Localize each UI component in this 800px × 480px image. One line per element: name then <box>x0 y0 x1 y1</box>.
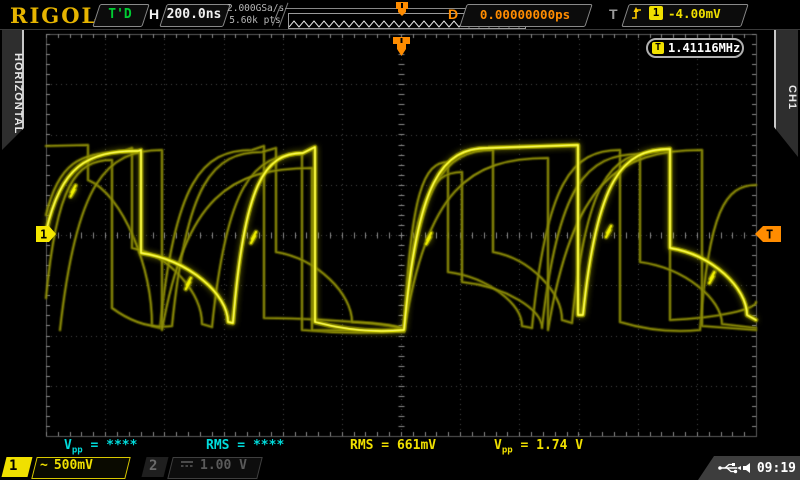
delay-value[interactable]: 0.00000000ps <box>463 5 587 25</box>
status-panel: 09:19 <box>698 456 800 480</box>
trigger-label: T <box>609 6 618 22</box>
measurement-vpp-ch2: Vpp = **** <box>64 438 138 456</box>
measurement-rms-ch2: RMS = **** <box>206 438 285 453</box>
freq-counter-trigger-badge: T <box>652 42 664 54</box>
rigol-logo: RIGOL <box>10 3 99 28</box>
speaker-icon <box>742 463 750 473</box>
measurement-vpp-ch1: Vpp = 1.74 V <box>494 438 584 456</box>
usb-icon <box>718 463 741 474</box>
channel1-level-marker[interactable]: 1 <box>36 225 58 243</box>
freq-counter-value: 1.41116MHz <box>668 41 741 55</box>
trigger-position-marker[interactable] <box>392 36 412 58</box>
channel1-scale[interactable]: ~500mV <box>40 458 126 473</box>
frequency-counter: T 1.41116MHz <box>646 38 744 58</box>
channel1-number[interactable]: 1 <box>9 458 17 474</box>
sample-rate: 2.000GSa/s <box>227 3 285 14</box>
timebase-value[interactable]: 200.0ns <box>163 5 225 25</box>
channel1-marker-label: 1 <box>40 228 47 242</box>
trigger-settings[interactable]: 1 -4.00mV <box>625 5 743 25</box>
channel2-scale[interactable]: 1.00 V <box>180 458 260 473</box>
rising-edge-icon <box>632 7 641 19</box>
channel2-scale-value: 1.00 V <box>200 458 247 473</box>
measurement-rms-ch1: RMS = 661mV <box>350 438 437 453</box>
horizontal-label: H <box>149 6 160 22</box>
acquisition-info: 2.000GSa/s 5.60k pts <box>227 3 285 27</box>
channel1-scale-value: 500mV <box>53 458 93 473</box>
trigger-level-marker[interactable]: T <box>754 225 782 243</box>
trigger-status: T'D <box>108 7 132 22</box>
channel2-number[interactable]: 2 <box>149 458 157 474</box>
oscilloscope-screen: RIGOL T'D H 200.0ns 2.000GSa/s 5.60k pts… <box>0 0 800 480</box>
topbar-separator <box>0 29 800 30</box>
waveform-display[interactable] <box>0 0 800 480</box>
trigger-source-badge: 1 <box>649 6 663 20</box>
trigger-position-mini-icon[interactable] <box>395 2 409 17</box>
delay-label: D <box>448 6 459 22</box>
dc-coupling-icon <box>180 458 194 473</box>
trigger-level-value[interactable]: -4.00mV <box>668 6 721 21</box>
trigger-marker-label: T <box>766 228 773 242</box>
ac-coupling-icon: ~ <box>40 458 48 473</box>
clock: 09:19 <box>756 460 796 476</box>
